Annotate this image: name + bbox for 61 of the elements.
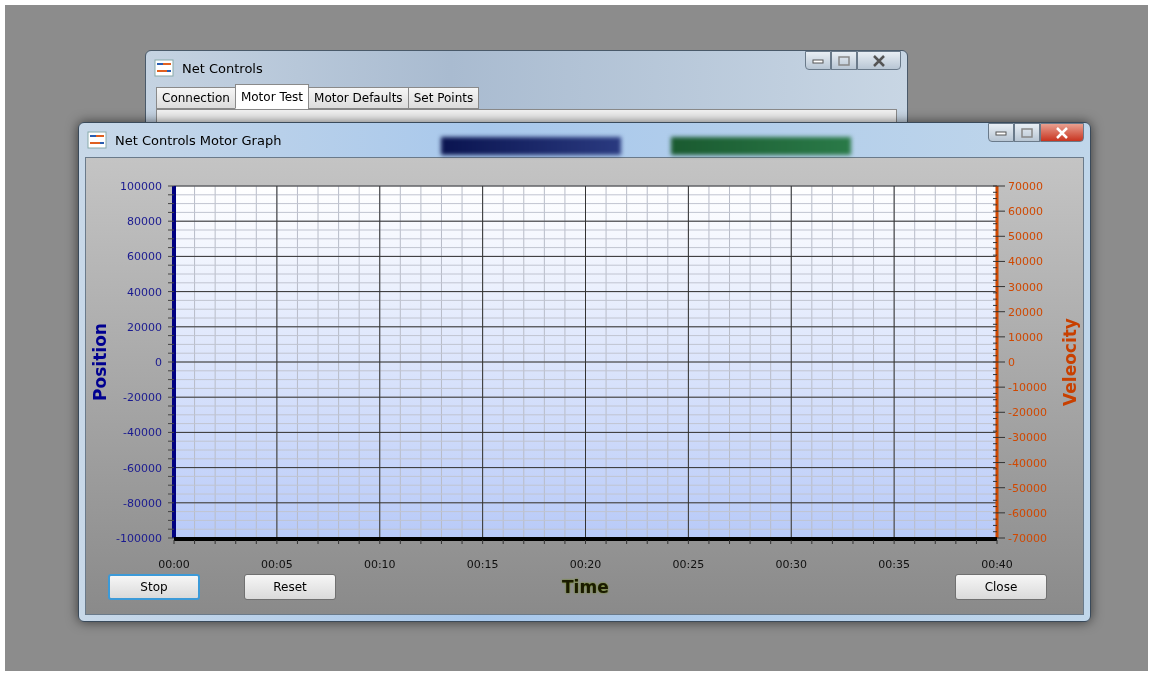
y-tick-label: -80000 (123, 496, 162, 510)
push-button[interactable]: Stop (108, 574, 200, 600)
y-tick-label: -50000 (1008, 481, 1047, 495)
x-tick-label: 00:00 (158, 558, 190, 571)
y-tick-label: -100000 (116, 532, 162, 545)
y-tick-label: 60000 (1008, 205, 1043, 219)
x-tick-label: 00:15 (466, 558, 499, 571)
tab[interactable]: Connection (156, 87, 236, 109)
y-tick-label: -40000 (1008, 456, 1047, 470)
maximize-button[interactable] (1014, 123, 1040, 142)
minimize-icon (812, 57, 824, 64)
app-icon (87, 131, 107, 149)
tab[interactable]: Set Points (407, 87, 480, 109)
y-axis-title: Veleocity (1060, 318, 1080, 406)
window-title: Net Controls (182, 60, 263, 76)
x-tick-label: 00:40 (981, 558, 1013, 571)
y-tick-label: 0 (155, 356, 162, 369)
push-button[interactable]: Close (955, 574, 1047, 600)
x-tick-label: 00:20 (569, 558, 602, 571)
y-tick-label: 50000 (1008, 230, 1043, 244)
window-title: Net Controls Motor Graph (115, 132, 282, 148)
x-tick-label: 00:25 (672, 558, 705, 571)
x-axis-title: Time (562, 577, 609, 597)
minimize-icon (995, 129, 1007, 136)
close-button[interactable] (1040, 123, 1084, 142)
maximize-icon (838, 55, 850, 66)
y-tick-label: -20000 (123, 391, 162, 405)
y-tick-label: 40000 (127, 285, 162, 299)
y-tick-label: -40000 (123, 426, 162, 440)
maximize-button[interactable] (831, 51, 857, 70)
app-icon (154, 59, 174, 77)
y-tick-label: -30000 (1008, 431, 1047, 445)
close-icon (1055, 126, 1069, 139)
x-tick-label: 00:35 (878, 558, 910, 571)
x-tick-label: 00:05 (261, 558, 293, 571)
tab[interactable]: Motor Test (234, 84, 310, 109)
x-tick-label: 00:30 (775, 558, 808, 571)
y-tick-label: 70000 (1008, 180, 1043, 193)
tab[interactable]: Motor Defaults (308, 87, 409, 109)
y-tick-label: 40000 (1008, 255, 1043, 269)
y-tick-label: 20000 (1008, 305, 1043, 319)
y-tick-label: -10000 (1008, 381, 1047, 395)
y-tick-label: 100000 (120, 180, 162, 193)
x-tick-label: 00:10 (363, 558, 396, 571)
minimize-button[interactable] (805, 51, 831, 70)
y-tick-label: -60000 (123, 461, 162, 475)
y-tick-label: 80000 (127, 215, 162, 229)
y-tick-label: -20000 (1008, 406, 1047, 420)
y-tick-label: 30000 (1008, 280, 1043, 294)
y-tick-label: -60000 (1008, 506, 1047, 520)
close-button[interactable] (857, 51, 901, 70)
y-tick-label: 10000 (1008, 330, 1043, 344)
y-tick-label: 20000 (127, 320, 162, 334)
maximize-icon (1021, 127, 1033, 138)
y-axis-title: Position (90, 323, 110, 401)
close-icon (872, 54, 886, 67)
y-tick-label: -70000 (1008, 532, 1047, 545)
y-tick-label: 0 (1008, 356, 1015, 369)
minimize-button[interactable] (988, 123, 1014, 142)
y-tick-label: 60000 (127, 250, 162, 264)
push-button[interactable]: Reset (244, 574, 336, 600)
